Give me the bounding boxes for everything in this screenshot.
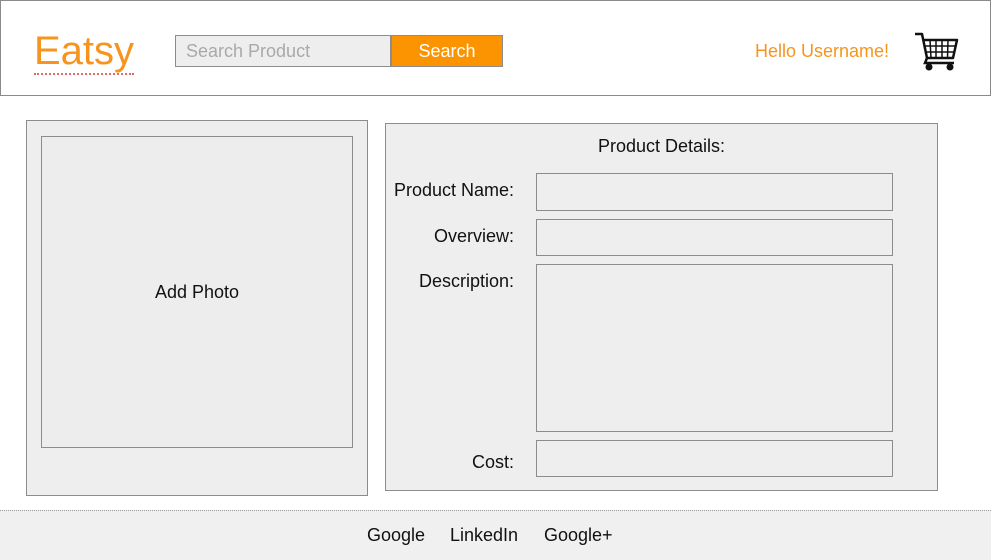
product-name-label: Product Name:	[393, 180, 514, 200]
cost-field[interactable]	[536, 440, 893, 477]
overview-field[interactable]	[536, 219, 893, 256]
description-label: Description:	[418, 271, 514, 291]
add-photo-area[interactable]: Add Photo	[41, 136, 353, 448]
overview-label: Overview:	[433, 226, 514, 246]
footer: Google LinkedIn Google+	[0, 510, 991, 560]
user-greeting[interactable]: Hello Username!	[755, 41, 889, 62]
search-button[interactable]: Search	[391, 35, 503, 67]
footer-link-google[interactable]: Google	[367, 525, 425, 546]
header: Eatsy Search Hello Username!	[0, 0, 991, 96]
cost-label: Cost:	[471, 452, 514, 472]
shopping-cart-icon[interactable]	[913, 30, 961, 72]
description-field[interactable]	[536, 264, 893, 432]
footer-link-google-plus[interactable]: Google+	[544, 525, 613, 546]
search-input[interactable]	[175, 35, 391, 67]
add-photo-label: Add Photo	[154, 281, 240, 302]
product-name-field[interactable]	[536, 173, 893, 211]
photo-panel: Add Photo	[26, 120, 368, 496]
footer-link-linkedin[interactable]: LinkedIn	[450, 525, 518, 546]
details-title: Product Details:	[597, 136, 726, 156]
product-details-panel: Product Details: Product Name: Overview:…	[385, 123, 938, 491]
logo[interactable]: Eatsy	[34, 29, 135, 75]
